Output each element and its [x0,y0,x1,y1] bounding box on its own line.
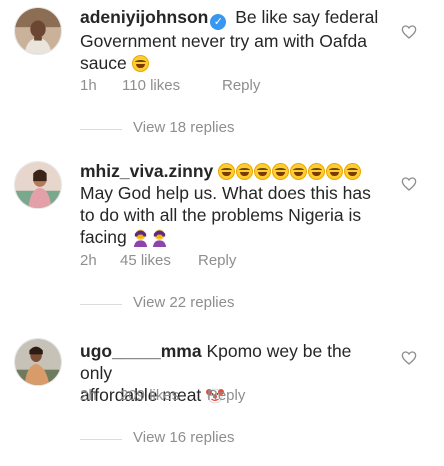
face-with-tears-of-joy-emoji [254,163,272,180]
comment-username[interactable]: mhiz_viva.zinny [80,161,213,181]
comment-likes[interactable]: 110 likes [122,77,180,94]
comment-username[interactable]: adeniyijohnson [80,7,208,27]
comment-text-line-1: Be like say federal [235,7,379,27]
comment-text-line-2: to do with all the problems Nigeria is [80,205,362,225]
reply-button[interactable]: Reply [198,252,236,269]
view-replies-button[interactable]: View 18 replies [80,119,380,139]
avatar-photo [15,339,61,385]
face-with-tears-of-joy-emoji [131,55,149,72]
comment-text-line-2: Government never try am with Oafda [80,31,367,51]
avatar[interactable] [14,7,62,55]
face-with-tears-of-joy-emoji [326,163,344,180]
divider-line [80,304,122,305]
face-with-tears-of-joy-emoji [290,163,308,180]
verified-badge-icon: ✓ [210,14,227,30]
avatar-photo [15,8,61,54]
comment-text: mhiz_viva.zinny May God help us. What do… [80,160,400,248]
view-replies-label: View 16 replies [133,429,235,446]
heart-outline-icon[interactable] [401,176,417,192]
avatar[interactable] [14,161,62,209]
face-with-tears-of-joy-emoji [218,163,236,180]
face-with-tears-of-joy-emoji [236,163,254,180]
view-replies-button[interactable]: View 22 replies [80,294,380,314]
face-with-tears-of-joy-emoji [344,163,362,180]
divider-line [80,439,122,440]
comment-text: adeniyijohnson ✓ Be like say federal Gove… [80,6,380,74]
woman-facepalming-emoji [152,229,166,247]
comment-text-line-3: facing [80,227,127,247]
comment-likes[interactable]: 45 likes [120,252,171,269]
heart-outline-icon[interactable] [401,350,417,366]
reply-button[interactable]: Reply [222,77,260,94]
view-replies-label: View 18 replies [133,119,235,136]
reply-button[interactable]: Reply [207,387,245,404]
view-replies-button[interactable]: View 16 replies [80,429,380,449]
avatar-photo [15,162,61,208]
comment-likes[interactable]: 209 likes [120,387,179,404]
avatar[interactable] [14,338,62,386]
comment-text-line-1: May God help us. What does this has [80,183,371,203]
face-with-tears-of-joy-emoji [272,163,290,180]
woman-facepalming-emoji [133,229,147,247]
comment-username[interactable]: ugo_____mma [80,341,202,361]
comment-time: 2h [80,252,97,269]
view-replies-label: View 22 replies [133,294,235,311]
comment-text-line-3: sauce [80,53,127,73]
comment-time: 1h [80,77,97,94]
divider-line [80,129,122,130]
comment-time: 2h [80,387,97,404]
heart-outline-icon[interactable] [401,24,417,40]
face-with-tears-of-joy-emoji [308,163,326,180]
